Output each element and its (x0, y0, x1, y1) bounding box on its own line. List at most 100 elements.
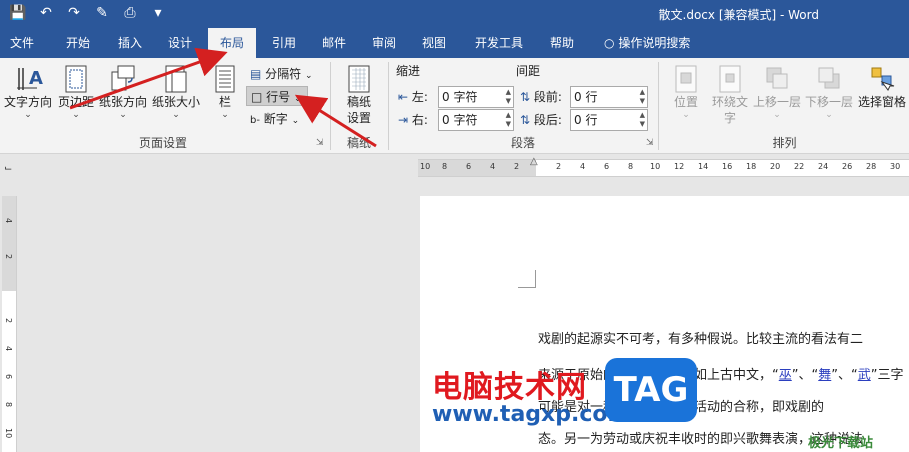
send-backward-button[interactable]: 下移一层 ⌄ (804, 64, 854, 120)
text-direction-button[interactable]: A 文字方向 ⌄ (2, 64, 54, 120)
ribbon-separator (658, 62, 659, 150)
chevron-down-icon: ⌄ (119, 110, 127, 120)
breaks-button[interactable]: ▤ 分隔符 ⌄ (246, 64, 318, 84)
margins-button[interactable]: 页边距 ⌄ (56, 64, 96, 120)
manuscript-settings-button[interactable]: 稿纸 设置 (336, 64, 382, 126)
redo-icon[interactable]: ↷ (64, 4, 84, 22)
format-painter-icon[interactable]: ✎ (92, 4, 112, 22)
space-after-input[interactable]: 0 行 ▲ ▼ (570, 109, 648, 131)
group-label-paragraph: 段落 (510, 136, 535, 150)
ruler-tick: 2 (4, 318, 13, 324)
indent-right-label: ⇥ 右: (398, 113, 428, 127)
position-button[interactable]: 位置 ⌄ (664, 64, 708, 120)
indent-right-icon: ⇥ (398, 113, 409, 127)
spinner-arrows-icon[interactable]: ▲ ▼ (506, 88, 511, 106)
tab-design[interactable]: 设计 (158, 28, 202, 58)
line-numbers-icon: □ (251, 90, 263, 104)
wrap-text-button[interactable]: 环绕文 字 (708, 64, 752, 126)
orientation-button[interactable]: 纸张方向 ⌄ (98, 64, 148, 120)
ruler-tick: 30 (890, 162, 901, 171)
indent-left-icon: ⇤ (398, 90, 409, 104)
ruler-tick: 22 (794, 162, 805, 171)
ribbon-separator (388, 62, 389, 150)
chevron-down-icon: ⌄ (221, 110, 229, 120)
ruler-tick: 8 (442, 162, 448, 171)
manuscript-icon (348, 65, 370, 93)
bring-forward-icon (766, 67, 788, 89)
tab-layout[interactable]: 布局 (208, 28, 256, 58)
selection-pane-button[interactable]: 选择窗格 (856, 64, 908, 110)
title-bar: 💾 ↶ ↷ ✎ ⎙ ▾ 散文.docx [兼容模式] - Word (0, 0, 909, 28)
paper-size-icon (165, 65, 187, 93)
chevron-down-icon: ⌄ (24, 110, 32, 120)
ruler-margin-area (2, 196, 16, 291)
hyphenation-icon: b‑ (250, 115, 260, 126)
print-preview-icon[interactable]: ⎙ (120, 4, 140, 22)
space-after-icon: ⇅ (520, 113, 531, 127)
ruler-tick: 6 (466, 162, 472, 171)
chevron-down-icon: ⌄ (305, 71, 313, 81)
tab-selector-icon[interactable]: ⌙ (4, 163, 16, 175)
indent-right-input[interactable]: 0 字符 ▲ ▼ (438, 109, 514, 131)
tab-developer[interactable]: 开发工具 (468, 28, 530, 58)
quick-access-toolbar: 💾 ↶ ↷ ✎ ⎙ ▾ (8, 4, 168, 22)
ruler-tick: 28 (866, 162, 877, 171)
tab-view[interactable]: 视图 (414, 28, 454, 58)
horizontal-ruler[interactable]: 10 8 6 4 2 △ 2 4 6 8 10 12 14 16 18 20 2… (418, 156, 909, 177)
indent-left-input[interactable]: 0 字符 ▲ ▼ (438, 86, 514, 108)
tab-home[interactable]: 开始 (56, 28, 100, 58)
spacing-label: 间距 (516, 64, 541, 78)
ruler-tick: 14 (698, 162, 709, 171)
save-icon[interactable]: 💾 (8, 4, 28, 22)
watermark-download-site: 极光下载站 (808, 436, 874, 451)
bring-forward-button[interactable]: 上移一层 ⌄ (752, 64, 802, 120)
tell-me-search[interactable]: ○ 操作说明搜索 (604, 28, 690, 58)
space-before-icon: ⇅ (520, 90, 531, 104)
tab-help[interactable]: 帮助 (542, 28, 582, 58)
space-before-label: ⇅ 段前: (520, 90, 562, 104)
tab-review[interactable]: 审阅 (364, 28, 404, 58)
text-direction-icon: A (17, 68, 43, 90)
send-backward-icon (818, 67, 840, 89)
tab-file[interactable]: 文件 (0, 28, 44, 58)
tab-mailings[interactable]: 邮件 (314, 28, 354, 58)
ruler-tick: 24 (818, 162, 829, 171)
crop-mark (518, 270, 536, 288)
columns-button[interactable]: 栏 ⌄ (208, 64, 242, 120)
vertical-ruler[interactable]: 4 2 2 4 6 8 10 (2, 196, 17, 452)
document-title: 散文.docx [兼容模式] - Word (658, 8, 819, 22)
ruler-tick: 12 (674, 162, 685, 171)
hyphenation-button[interactable]: b‑ 断字 ⌄ (246, 109, 308, 129)
ribbon: A 文字方向 ⌄ 页边距 ⌄ 纸张方向 ⌄ 纸张大小 ⌄ 栏 ⌄ ▤ 分隔符 ⌄… (0, 58, 909, 154)
line-numbers-button[interactable]: □ 行号 ⌄ (246, 86, 308, 106)
customize-icon[interactable]: ▾ (148, 4, 168, 22)
undo-icon[interactable]: ↶ (36, 4, 56, 22)
ruler-tick: 4 (4, 346, 13, 352)
selection-pane-icon (871, 67, 895, 91)
svg-text:A: A (29, 68, 43, 89)
chevron-down-icon: ⌄ (72, 110, 80, 120)
ruler-tick: 20 (770, 162, 781, 171)
page-setup-launcher-icon[interactable]: ⇲ (316, 138, 324, 148)
indent-marker-icon[interactable]: △ (530, 156, 538, 167)
paragraph-launcher-icon[interactable]: ⇲ (646, 138, 654, 148)
ribbon-tabs: 文件 开始 插入 设计 布局 引用 邮件 审阅 视图 开发工具 帮助 ○ 操作说… (0, 28, 909, 58)
tab-references[interactable]: 引用 (264, 28, 304, 58)
ruler-tick: 2 (514, 162, 520, 171)
spinner-arrows-icon[interactable]: ▲ ▼ (640, 111, 645, 129)
watermark-tag-logo: TAG (605, 358, 697, 422)
space-before-input[interactable]: 0 行 ▲ ▼ (570, 86, 648, 108)
chevron-down-icon: ⌄ (294, 94, 302, 104)
document-line: 戏剧的起源实不可考，有多种假说。比较主流的看法有二 (538, 332, 864, 347)
ruler-tick: 8 (4, 402, 13, 408)
ruler-tick: 2 (556, 162, 562, 171)
document-line: 来源于原始的宗教仪式，比如上古中文，“巫”、“舞”、“武”三字 (538, 368, 904, 383)
spinner-arrows-icon[interactable]: ▲ ▼ (506, 111, 511, 129)
chevron-down-icon: ⌄ (291, 116, 300, 126)
tab-insert[interactable]: 插入 (108, 28, 152, 58)
size-button[interactable]: 纸张大小 ⌄ (150, 64, 202, 120)
ruler-tick: 8 (628, 162, 634, 171)
ruler-tick: 4 (490, 162, 496, 171)
spinner-arrows-icon[interactable]: ▲ ▼ (640, 88, 645, 106)
ruler-tick: 2 (4, 254, 13, 260)
